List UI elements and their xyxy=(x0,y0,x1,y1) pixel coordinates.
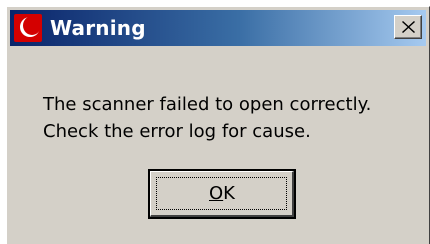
crescent-shape xyxy=(20,16,41,37)
message-line-2: Check the error log for cause. xyxy=(43,121,311,142)
title-bar[interactable]: Warning xyxy=(10,10,426,46)
close-button[interactable] xyxy=(394,15,422,39)
message-text: The scanner failed to open correctly. Ch… xyxy=(43,91,371,145)
message-line-1: The scanner failed to open correctly. xyxy=(43,94,372,115)
crescent-app-icon xyxy=(14,14,42,42)
ok-button-label: OK xyxy=(209,183,235,204)
warning-dialog: Warning The scanner failed to open corre… xyxy=(6,6,430,244)
ok-button[interactable]: OK xyxy=(148,169,296,219)
window-title: Warning xyxy=(50,16,146,40)
close-icon xyxy=(402,21,415,33)
